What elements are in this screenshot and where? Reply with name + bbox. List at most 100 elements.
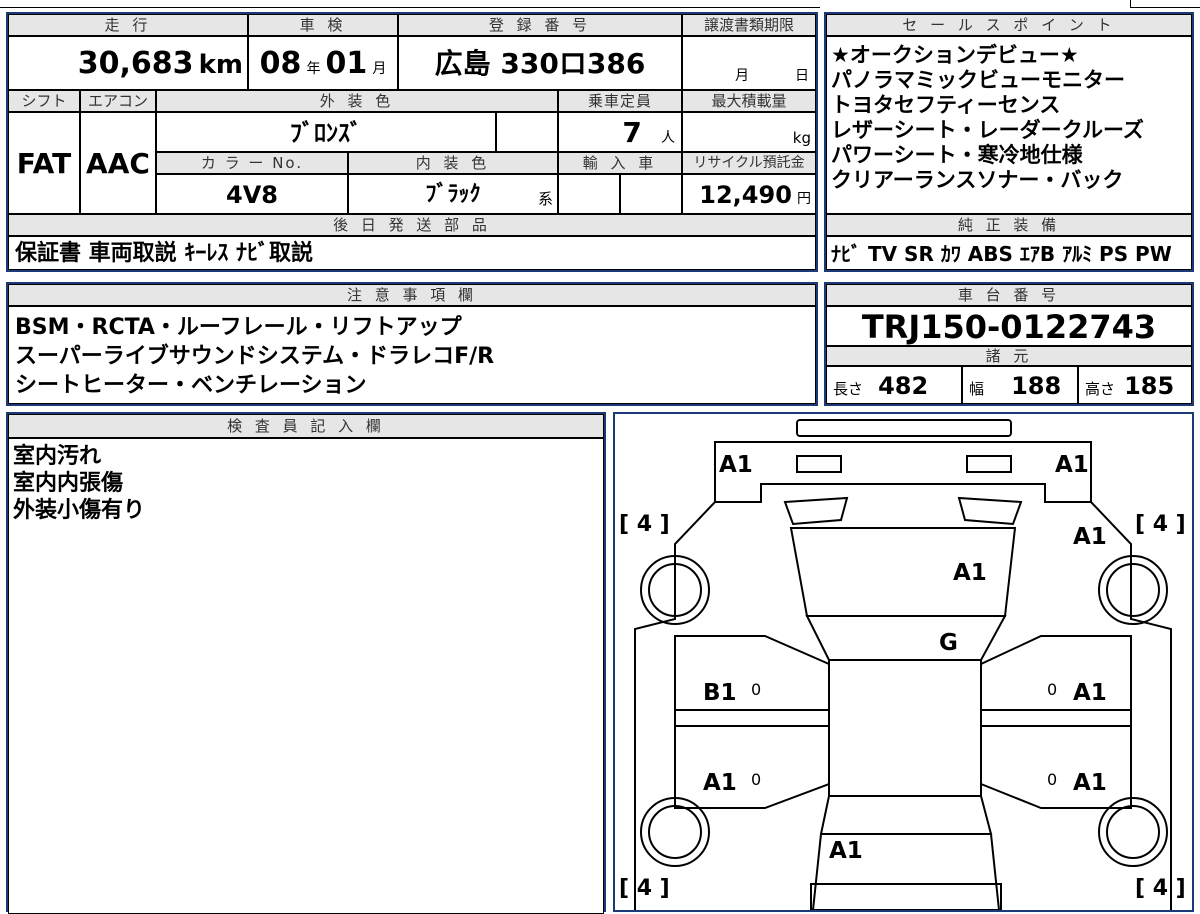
sales-point-6: クリアーランスソナー・バック: [831, 168, 1124, 192]
inspection-month: 01: [325, 46, 368, 81]
max-load-header: 最大積載量: [682, 90, 816, 112]
registration-value: 広島 330ロ386: [434, 47, 646, 80]
inspector-line-1: 室内汚れ: [13, 444, 102, 469]
capacity-unit: 人: [661, 130, 675, 146]
inspector-line-3: 外装小傷有り: [13, 498, 146, 523]
door-rear-left: [674, 725, 830, 809]
sill-left: [674, 709, 830, 727]
width-value: 188: [1011, 372, 1062, 400]
width-cell: 幅 188: [962, 366, 1078, 404]
shift-cell: FAT: [8, 112, 80, 214]
capacity-header: 乗車定員: [558, 90, 682, 112]
car-diagram-svg: [634, 419, 1172, 910]
notes-box: 注 意 事 項 欄 BSM・RCTA・ルーフレール・リフトアップ スーパーライブ…: [6, 282, 818, 406]
sales-point-2: パノラマミックビューモニター: [831, 68, 1125, 92]
front-lamp-right: [957, 496, 1023, 526]
max-load-cell: kg: [682, 112, 816, 152]
exterior-color-value: ﾌﾞﾛﾝｽﾞ: [290, 119, 362, 147]
equipment-value: ﾅﾋﾞ TV SR ｶﾜ ABS ｴｱB ｱﾙﾐ PS PW: [831, 242, 1172, 266]
import-cell-a: [558, 174, 620, 214]
aircon-header: エアコン: [80, 90, 156, 112]
sales-points-list: ★オークションデビュー★ パノラマミックビューモニター トヨタセフティーセンス …: [826, 36, 1192, 214]
specs-header: 諸 元: [826, 346, 1192, 366]
front-bumper: [714, 441, 1092, 503]
mark-rear-left-zero: 0: [751, 770, 762, 789]
inspection-cell: 08 年 01 月: [248, 36, 398, 90]
interior-color-header: 内 装 色: [348, 152, 558, 174]
rear-window: [819, 795, 993, 835]
later-parts-value: 保証書 車両取説 ｷｰﾚｽ ﾅﾋﾞ取説: [15, 241, 313, 266]
tire-rear-right-label: [ 4 ]: [1135, 876, 1186, 901]
transfer-cell: 月 日: [682, 36, 816, 90]
chassis-header: 車 台 番 号: [826, 284, 1192, 306]
wheel-front-right-inner: [1106, 563, 1160, 617]
registration-cell: 広島 330ロ386: [398, 36, 682, 90]
inspector-line-2: 室内内張傷: [13, 471, 124, 496]
windshield: [805, 615, 1007, 661]
inspector-list: 室内汚れ 室内内張傷 外装小傷有り: [8, 438, 604, 914]
capacity-value: 7: [622, 116, 642, 149]
aircon-value: AAC: [86, 147, 150, 180]
car-diagram-box: [ 4 ] [ 4 ] [ 4 ] [ 4 ] A1 A1 A1 A1 G B1…: [613, 412, 1194, 912]
tire-rear-left-label: [ 4 ]: [619, 876, 670, 901]
sales-point-5: パワーシート・寒冷地仕様: [831, 143, 1083, 167]
chassis-value: TRJ150-0122743: [861, 308, 1157, 346]
exterior-color-cell: ﾌﾞﾛﾝｽﾞ: [156, 112, 496, 152]
damage-windshield: G: [939, 630, 958, 656]
notes-header: 注 意 事 項 欄: [8, 284, 816, 306]
recycle-value: 12,490: [699, 181, 792, 209]
sales-points-header: セ ー ル ス ポ イ ン ト: [826, 14, 1192, 36]
tire-front-right-label: [ 4 ]: [1135, 512, 1186, 537]
mileage-unit: km: [198, 50, 243, 80]
wheel-front-right: [1098, 555, 1168, 625]
notes-line-2: スーパーライブサウンドシステム・ドラレコF/R: [15, 344, 495, 369]
mileage-header: 走 行: [8, 14, 248, 36]
transfer-header: 譲渡書類期限: [682, 14, 816, 36]
rear-bumper: [810, 883, 1002, 910]
height-label: 高さ: [1085, 380, 1116, 398]
sill-right: [980, 709, 1132, 727]
length-value: 482: [878, 372, 929, 400]
color-no-header: カ ラ ー No.: [156, 152, 348, 174]
notes-line-1: BSM・RCTA・ルーフレール・リフトアップ: [15, 315, 462, 340]
color-no-cell: 4V8: [156, 174, 348, 214]
inspector-box: 検 査 員 記 入 欄 室内汚れ 室内内張傷 外装小傷有り: [6, 412, 606, 914]
inspection-year-unit: 年: [306, 61, 321, 77]
damage-door-front-left: B1: [703, 680, 737, 706]
inspection-year: 08: [259, 46, 302, 81]
wheel-rear-right-inner: [1106, 805, 1160, 859]
interior-color-value: ﾌﾞﾗｯｸ: [425, 182, 481, 207]
top-cut-strip: [0, 0, 820, 8]
headlight-right: [966, 455, 1012, 473]
wheel-rear-left-inner: [648, 805, 702, 859]
damage-door-front-right: A1: [1073, 680, 1107, 706]
length-label: 長さ: [833, 380, 864, 398]
width-label: 幅: [969, 380, 985, 398]
sales-point-4: レザーシート・レーダークルーズ: [831, 118, 1144, 142]
registration-header: 登 録 番 号: [398, 14, 682, 36]
height-cell: 高さ 185: [1078, 366, 1192, 404]
mark-front-left-zero: 0: [751, 680, 762, 699]
damage-door-rear-left: A1: [703, 770, 737, 796]
chassis-cell: TRJ150-0122743: [826, 306, 1192, 346]
damage-bumper-right: A1: [1055, 452, 1089, 478]
exterior-color-extra: [496, 112, 558, 152]
recycle-cell: 12,490 円: [682, 174, 816, 214]
capacity-cell: 7 人: [558, 112, 682, 152]
inspector-header: 検 査 員 記 入 欄: [8, 414, 604, 438]
later-parts-header: 後 日 発 送 部 品: [8, 214, 816, 236]
front-bumper-strip: [796, 419, 1012, 437]
damage-door-rear-right: A1: [1073, 770, 1107, 796]
wheel-rear-right: [1098, 797, 1168, 867]
notes-line-3: シートヒーター・ベンチレーション: [15, 373, 367, 398]
top-cut-strip-right: [1130, 0, 1200, 8]
damage-hood: A1: [953, 560, 987, 586]
shift-header: シフト: [8, 90, 80, 112]
mileage-value: 30,683: [77, 46, 194, 81]
sales-points-box: セ ー ル ス ポ イ ン ト ★オークションデビュー★ パノラマミックビューモ…: [824, 12, 1194, 272]
mark-rear-right-zero: 0: [1047, 770, 1058, 789]
aircon-cell: AAC: [80, 112, 156, 214]
later-parts-cell: 保証書 車両取説 ｷｰﾚｽ ﾅﾋﾞ取説: [8, 236, 816, 270]
roof: [828, 659, 982, 797]
interior-color-cell: ﾌﾞﾗｯｸ 系: [348, 174, 558, 214]
